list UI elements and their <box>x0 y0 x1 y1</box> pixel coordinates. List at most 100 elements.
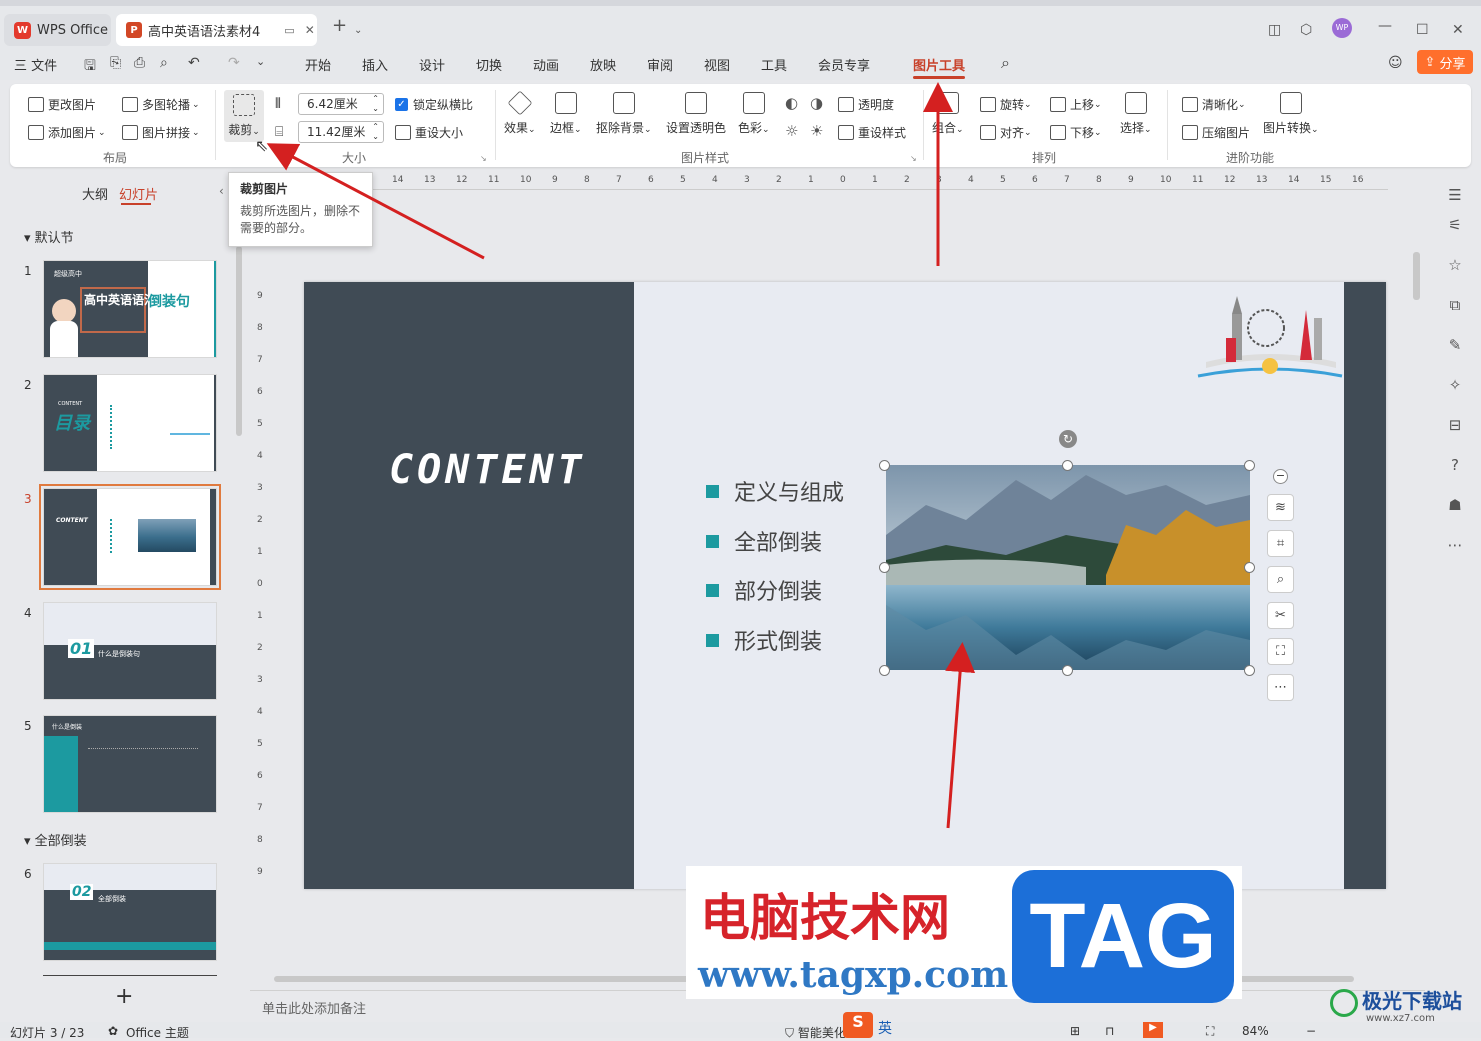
menu-tools[interactable]: 工具 <box>761 55 787 74</box>
layers-icon[interactable]: ≋ <box>1267 494 1294 521</box>
animation-icon[interactable]: ✎ <box>1445 336 1465 356</box>
add-slide-button[interactable]: + <box>115 984 133 1009</box>
section-default[interactable]: ▾ 默认节 <box>24 227 74 246</box>
picture-collage-button[interactable]: 图片拼接 ⌄ <box>122 124 200 141</box>
select-button[interactable]: 选择⌄ <box>1120 92 1152 136</box>
vertical-scrollbar[interactable] <box>1413 252 1420 300</box>
rotate-handle-icon[interactable]: ↻ <box>1059 430 1077 448</box>
redo-icon[interactable]: ↷ <box>228 55 240 71</box>
selected-landscape-image[interactable] <box>886 465 1250 670</box>
new-tab-icon[interactable]: + <box>332 17 347 35</box>
sliders-icon[interactable]: ⚟ <box>1445 216 1465 236</box>
robot-icon[interactable]: ☗ <box>1445 496 1465 516</box>
menu-home[interactable]: 开始 <box>305 55 331 74</box>
sharpen-button[interactable]: 清晰化 ⌄ <box>1182 96 1246 113</box>
ime-logo-icon[interactable]: S <box>843 1012 873 1038</box>
brightness-decrease-icon[interactable]: ◑ <box>810 94 823 112</box>
remove-background-button[interactable]: 抠除背景⌄ <box>596 92 652 136</box>
resize-handle[interactable] <box>1244 460 1255 471</box>
panel-scrollbar[interactable] <box>236 246 242 436</box>
color-button[interactable]: 色彩⌄ <box>738 92 770 136</box>
slide-thumbnail-1[interactable]: 超级高中 高中英语语法 倒装句 <box>43 260 217 358</box>
menu-view[interactable]: 视图 <box>704 55 730 74</box>
resize-handle[interactable] <box>1062 665 1073 676</box>
help-icon[interactable]: ? <box>1445 456 1465 476</box>
contrast-decrease-icon[interactable]: ☀ <box>810 122 823 140</box>
save-icon[interactable]: 🖫 <box>84 55 96 79</box>
star-icon[interactable]: ☆ <box>1445 256 1465 276</box>
set-transparent-button[interactable]: 设置透明色 <box>666 92 726 136</box>
layout-icon[interactable]: ◫ <box>1268 22 1281 38</box>
fit-frame-icon[interactable]: ⛶ <box>1267 638 1294 665</box>
menu-design[interactable]: 设计 <box>419 55 445 74</box>
tab-wps-office[interactable]: W WPS Office <box>4 14 111 46</box>
avatar[interactable]: WP <box>1332 18 1352 38</box>
view-grid-icon[interactable]: ⊞ <box>1070 1024 1080 1038</box>
more-chevron-icon[interactable]: ⌄ <box>256 55 265 68</box>
slide-canvas[interactable]: CONTENT 定义与组成 全部倒装 部分倒装 形式倒装 ↻ <box>304 282 1386 889</box>
search-icon[interactable]: ⌕ <box>1001 53 1010 73</box>
bullet-item[interactable]: 定义与组成 <box>706 475 844 507</box>
lock-ratio-checkbox[interactable]: ✓ 锁定纵横比 <box>395 96 473 113</box>
play-slideshow-icon[interactable]: ▶ <box>1143 1022 1163 1038</box>
slide-thumbnail-2[interactable]: CONTENT 目录 <box>43 374 217 472</box>
menu-review[interactable]: 审阅 <box>647 55 673 74</box>
print-icon[interactable]: ⎙ <box>134 55 145 71</box>
bullet-item[interactable]: 部分倒装 <box>706 574 822 606</box>
undo-icon[interactable]: ↶ <box>188 55 200 71</box>
multi-carousel-button[interactable]: 多图轮播 ⌄ <box>122 96 200 113</box>
resize-handle[interactable] <box>1062 460 1073 471</box>
menu-member[interactable]: 会员专享 <box>818 55 870 74</box>
effects-button[interactable]: 效果⌄ <box>504 90 536 136</box>
collapse-toolbar-icon[interactable]: − <box>1273 469 1288 484</box>
tab-document[interactable]: P 高中英语语法素材4 ▭ ✕ <box>116 14 317 46</box>
resize-handle[interactable] <box>879 562 890 573</box>
crop-button[interactable]: 裁剪⌄ <box>224 90 264 142</box>
slide-thumbnail-6[interactable]: 02 全部倒装 <box>43 863 217 961</box>
monitor-icon[interactable]: ▭ <box>284 24 294 37</box>
minimize-icon[interactable]: — <box>1378 18 1392 34</box>
align-button[interactable]: 对齐 ⌄ <box>980 124 1032 141</box>
contrast-increase-icon[interactable]: ☼ <box>785 122 798 140</box>
add-picture-button[interactable]: 添加图片 ⌄ <box>28 124 106 141</box>
brightness-increase-icon[interactable]: ◐ <box>785 94 798 112</box>
zoom-level[interactable]: 84% <box>1242 1024 1269 1038</box>
resize-handle[interactable] <box>1244 562 1255 573</box>
reset-style-button[interactable]: 重设样式 <box>838 124 906 141</box>
change-picture-button[interactable]: 更改图片 <box>28 96 96 113</box>
menu-animation[interactable]: 动画 <box>533 55 559 74</box>
view-book-icon[interactable]: ⊓ <box>1105 1024 1114 1038</box>
comment-icon[interactable]: ☺ <box>1388 55 1403 71</box>
collapse-panel-icon[interactable]: ‹ <box>219 184 224 198</box>
chevron-down-icon[interactable]: ⌄ <box>354 23 362 39</box>
tab-outline[interactable]: 大纲 <box>82 184 108 203</box>
resize-handle[interactable] <box>1244 665 1255 676</box>
crop-float-icon[interactable]: ⌗ <box>1267 530 1294 557</box>
transparency-button[interactable]: 透明度 <box>838 96 894 113</box>
menu-insert[interactable]: 插入 <box>362 55 388 74</box>
bullet-item[interactable]: 形式倒装 <box>706 624 822 656</box>
resize-handle[interactable] <box>879 665 890 676</box>
menu-picture-tools[interactable]: 图片工具 <box>913 55 965 74</box>
link-icon[interactable]: ⎘ <box>110 55 121 71</box>
dialog-launcher-icon[interactable]: ↘ <box>910 154 917 163</box>
dialog-launcher-icon[interactable]: ↘ <box>480 154 487 163</box>
menu-file[interactable]: 三 文件 <box>14 55 57 74</box>
bullet-item[interactable]: 全部倒装 <box>706 525 822 557</box>
zoom-out-icon[interactable]: − <box>1306 1024 1316 1038</box>
tools-icon[interactable]: ✂ <box>1267 602 1294 629</box>
ime-language[interactable]: 英 <box>878 1018 892 1038</box>
reset-size-button[interactable]: 重设大小 <box>395 124 463 141</box>
book-icon[interactable]: ⊟ <box>1445 416 1465 436</box>
section-full-inversion[interactable]: ▾ 全部倒装 <box>24 830 87 849</box>
picture-convert-button[interactable]: 图片转换⌄ <box>1263 92 1319 136</box>
slide-thumbnail-5[interactable]: 什么是倒装 <box>43 715 217 813</box>
tab-slides[interactable]: 幻灯片 <box>119 184 158 203</box>
slide-thumbnail-3[interactable]: CONTENT <box>39 484 221 590</box>
combine-button[interactable]: 组合⌄ <box>932 92 964 136</box>
print-preview-icon[interactable]: ⌕ <box>160 55 168 71</box>
send-backward-button[interactable]: 下移 ⌄ <box>1050 124 1102 141</box>
close-tab-icon[interactable]: ✕ <box>305 23 315 37</box>
width-field[interactable]: 6.42厘米 ⌃ ⌄ <box>298 93 384 115</box>
share-button[interactable]: ⇪ 分享 <box>1417 50 1473 74</box>
